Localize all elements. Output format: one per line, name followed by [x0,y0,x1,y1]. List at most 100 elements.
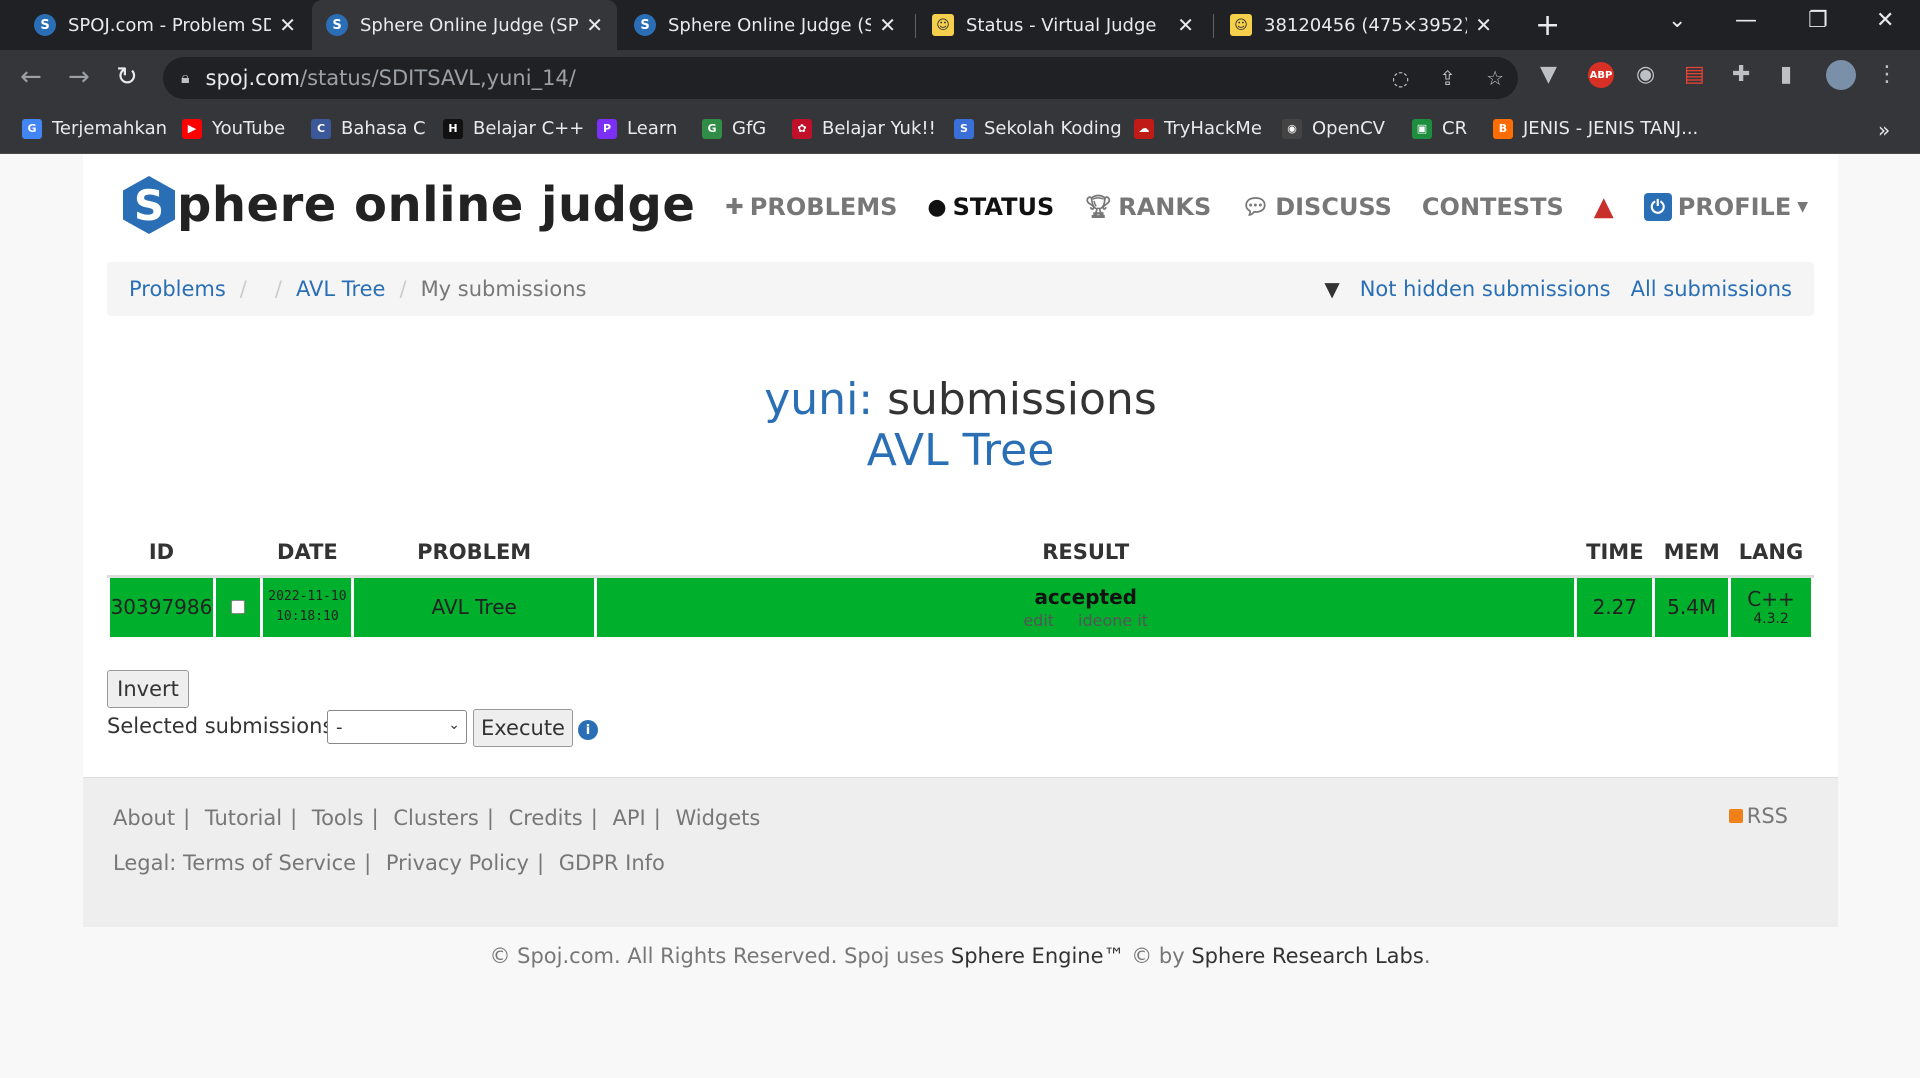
not-hidden-submissions-link[interactable]: Not hidden submissions [1360,277,1611,301]
nav-label: CONTESTS [1421,193,1564,221]
eye-off-icon[interactable]: ◌ [1392,66,1409,90]
comments-icon: 💬︎ [1241,194,1270,220]
footer-gdpr[interactable]: GDPR Info [559,851,665,875]
site-logo[interactable]: S phere online judge [123,176,695,234]
bookmark-bahasa-c[interactable]: C Bahasa C [311,118,426,139]
submission-result: accepted edit ideone it [593,574,1578,640]
page-title: yuni: submissions [83,374,1838,425]
forward-icon[interactable]: → [68,62,90,92]
bookmark-gfg[interactable]: G GfG [702,118,766,139]
breadcrumb-problems[interactable]: Problems [129,277,226,301]
breadcrumb-problem[interactable]: AVL Tree [296,277,386,301]
side-panel-icon[interactable]: ▮ [1780,62,1792,87]
selected-submissions-select[interactable]: - ⌄ [327,710,467,744]
submission-problem[interactable]: AVL Tree [351,574,597,640]
notes-extension-icon[interactable]: ▤ [1684,62,1705,87]
puzzle-extensions-icon[interactable]: ✚ [1732,62,1750,87]
problem-title-link[interactable]: AVL Tree [83,425,1838,476]
tab-1[interactable]: S SPOJ.com - Problem SDIT ✕ [20,0,310,50]
menu-kebab-icon[interactable]: ⋮ [1876,62,1898,87]
adblock-extension-icon[interactable]: ABP [1588,62,1614,88]
nav-warning[interactable]: ▲ [1594,192,1614,222]
ideone-link[interactable]: ideone it [1078,611,1148,630]
time-value: 10:18:10 [276,609,339,624]
vjudge-favicon-icon: ☺ [932,14,954,36]
bookmark-opencv[interactable]: ◉ OpenCV [1282,118,1385,139]
bookmark-label: Belajar Yuk!! [822,118,936,139]
lock-icon: 🔒︎ [181,68,190,87]
submission-checkbox[interactable] [231,600,246,614]
nav-discuss[interactable]: 💬︎ DISCUSS [1241,193,1392,221]
nav-ranks[interactable]: 🏆︎ RANKS [1084,193,1211,221]
restore-icon[interactable]: ❐ [1808,8,1828,33]
owl-extension-icon[interactable]: ◉ [1636,62,1655,87]
footer-api[interactable]: API [612,806,645,830]
nav-profile[interactable]: ⏻ PROFILE ▼ [1643,193,1808,221]
sphere-research-labs-link[interactable]: Sphere Research Labs [1191,944,1424,968]
tab-4[interactable]: ☺ Status - Virtual Judge ✕ [918,0,1208,50]
footer-privacy[interactable]: Privacy Policy [386,851,529,875]
nav-problems[interactable]: ✚ PROBLEMS [725,193,897,221]
close-window-icon[interactable]: ✕ [1876,8,1894,33]
nav-status[interactable]: ● STATUS [927,193,1054,221]
header-id: ID [108,530,215,578]
tab-title: Status - Virtual Judge [966,14,1157,36]
tab-3[interactable]: S Sphere Online Judge (SPC ✕ [620,0,910,50]
all-submissions-link[interactable]: All submissions [1631,277,1792,301]
bookmark-label: TryHackMe [1164,118,1262,139]
profile-avatar[interactable] [1826,60,1856,90]
footer-tutorial[interactable]: Tutorial [205,806,282,830]
close-tab-icon[interactable]: ✕ [586,13,603,37]
edit-link[interactable]: edit [1023,611,1054,630]
bookmark-star-icon[interactable]: ☆ [1486,66,1504,90]
rss-link[interactable]: RSS [1728,804,1788,828]
more-bookmarks-icon[interactable]: » [1878,118,1890,142]
bookmark-jenis-tanj[interactable]: B JENIS - JENIS TANJ... [1493,118,1698,139]
username-link[interactable]: yuni: [764,374,873,425]
vivaldi-extension-icon[interactable]: ▼ [1540,62,1557,87]
footer-tools[interactable]: Tools [312,806,364,830]
bookmark-belajar-cpp[interactable]: H Belajar C++ [443,118,584,139]
close-tab-icon[interactable]: ✕ [1177,13,1194,37]
lang-name: C++ [1747,587,1795,611]
footer-clusters[interactable]: Clusters [393,806,478,830]
bookmark-label: Sekolah Koding [984,118,1122,139]
bookmark-cr[interactable]: ▣ CR [1412,118,1467,139]
footer-about[interactable]: About [113,806,175,830]
execute-button[interactable]: Execute [473,709,573,747]
bookmark-learn[interactable]: P Learn [597,118,677,139]
tab-bar: S SPOJ.com - Problem SDIT ✕ S Sphere Onl… [0,0,1920,50]
bookmark-label: Learn [627,118,678,139]
new-tab-icon[interactable]: + [1535,8,1560,43]
share-icon[interactable]: ⇪ [1439,66,1456,90]
nav-contests[interactable]: CONTESTS [1422,193,1564,221]
bookmarks-bar: G Terjemahkan ▶ YouTube C Bahasa C H Belajar… [0,106,1920,154]
copyright: © Spoj.com. All Rights Reserved. Spoj us… [0,944,1920,968]
invert-button[interactable]: Invert [107,670,189,708]
bookmark-sekolah-koding[interactable]: S Sekolah Koding [954,118,1122,139]
footer: About | Tutorial | Tools | Clusters | Credit… [83,777,1838,927]
close-tab-icon[interactable]: ✕ [279,13,296,37]
reload-icon[interactable]: ↻ [116,62,138,92]
tab-2[interactable]: S Sphere Online Judge (SPC ✕ [312,0,617,50]
bookmark-tryhackme[interactable]: ☁ TryHackMe [1134,118,1262,139]
url-path: /status/SDITSAVL,yuni_14/ [300,66,576,90]
address-bar[interactable]: 🔒︎ spoj.com /status/SDITSAVL,yuni_14/ ◌ … [163,57,1518,99]
info-icon[interactable]: i [578,720,598,740]
sphere-engine-link[interactable]: Sphere Engine™ [951,944,1125,968]
footer-credits[interactable]: Credits [509,806,583,830]
tab-5[interactable]: ☺ 38120456 (475×3952) ✕ [1216,0,1506,50]
bookmark-youtube[interactable]: ▶ YouTube [182,118,285,139]
footer-widgets[interactable]: Widgets [675,806,760,830]
close-tab-icon[interactable]: ✕ [879,13,896,37]
tab-search-icon[interactable]: ⌄ [1668,8,1686,33]
close-tab-icon[interactable]: ✕ [1475,13,1492,37]
bookmark-belajar-yuk[interactable]: ✿ Belajar Yuk!! [792,118,936,139]
submission-time: 2.27 [1574,574,1656,640]
tab-title: Sphere Online Judge (SPC [668,14,872,36]
footer-tos[interactable]: Terms of Service [183,851,356,875]
back-icon[interactable]: ← [20,62,42,92]
submission-id[interactable]: 30397986 [107,574,216,640]
minimize-icon[interactable]: — [1735,8,1757,33]
bookmark-terjemahkan[interactable]: G Terjemahkan [22,118,167,139]
